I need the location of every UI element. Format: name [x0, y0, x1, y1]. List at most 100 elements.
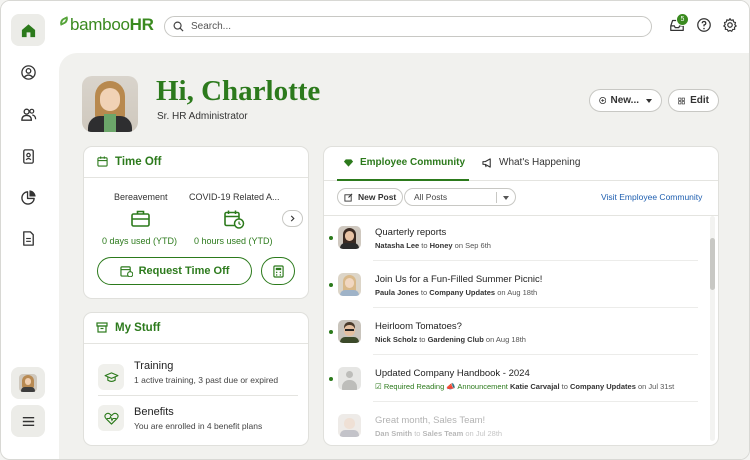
- home-icon: [21, 23, 35, 37]
- list-item[interactable]: Updated Company Handbook - 2024 ☑ Requir…: [328, 365, 702, 411]
- training-subtitle: 1 active training, 3 past due or expired: [134, 375, 279, 385]
- unread-dot: [329, 377, 333, 381]
- grid-icon: [678, 97, 685, 104]
- top-bar: bambooHR 5: [1, 1, 749, 53]
- my-stuff-title: My Stuff: [115, 322, 161, 334]
- unread-dot: [329, 330, 333, 334]
- calendar-clock-icon: [224, 210, 245, 229]
- announcement-tag: 📣 Announcement: [446, 382, 508, 391]
- help-icon[interactable]: [695, 16, 713, 34]
- avatar: [338, 414, 361, 437]
- active-tab-indicator: [337, 179, 469, 181]
- post-filter-value: All Posts: [414, 192, 448, 202]
- bereavement-used: 0 days used (YTD): [102, 236, 178, 246]
- benefits-subtitle: You are enrolled in 4 benefit plans: [134, 421, 263, 431]
- scrollbar[interactable]: [710, 216, 715, 441]
- bamboohr-logo[interactable]: bambooHR: [58, 15, 154, 35]
- sidebar-item-hiring[interactable]: [11, 140, 45, 172]
- divider: [324, 215, 718, 216]
- edit-button[interactable]: Edit: [668, 89, 719, 112]
- training-icon-tile: [98, 364, 124, 390]
- divider: [98, 395, 298, 396]
- request-time-off-button[interactable]: Request Time Off: [97, 257, 252, 285]
- graduation-cap-icon: [104, 371, 118, 382]
- sidebar-menu-button[interactable]: [11, 405, 45, 437]
- visit-community-link[interactable]: Visit Employee Community: [601, 192, 702, 202]
- new-button-label: New...: [610, 95, 639, 106]
- time-off-title: Time Off: [115, 156, 162, 168]
- post-meta: Paula Jones to Company Updates on Aug 18…: [375, 288, 538, 297]
- post-meta: Natasha Lee to Honey on Sep 6th: [375, 241, 491, 250]
- leaf-icon: [58, 16, 70, 26]
- briefcase-icon: [131, 210, 150, 227]
- new-post-button[interactable]: New Post: [337, 188, 404, 206]
- avatar: [338, 273, 361, 296]
- gem-icon: [343, 158, 354, 167]
- search-input[interactable]: [191, 21, 611, 32]
- covid-used: 0 hours used (YTD): [194, 236, 273, 246]
- post-title: Join Us for a Fun-Filled Summer Picnic!: [375, 274, 543, 285]
- divider: [84, 343, 308, 344]
- benefits-icon-tile: [98, 405, 124, 431]
- divider: [373, 401, 698, 402]
- request-time-off-label: Request Time Off: [138, 265, 230, 277]
- calculator-button[interactable]: [261, 257, 295, 285]
- menu-icon: [22, 416, 34, 426]
- list-item[interactable]: Join Us for a Fun-Filled Summer Picnic! …: [328, 271, 702, 317]
- avatar-placeholder: [338, 367, 361, 390]
- sidebar: [1, 1, 59, 459]
- bereavement-label: Bereavement: [114, 192, 168, 202]
- edit-button-label: Edit: [690, 95, 709, 106]
- new-button[interactable]: New...: [589, 89, 662, 112]
- post-meta: ☑ Required Reading 📣 Announcement Katie …: [375, 382, 675, 391]
- training-title[interactable]: Training: [134, 360, 173, 372]
- sidebar-item-people[interactable]: [11, 98, 45, 130]
- post-filter-select[interactable]: All Posts: [404, 188, 516, 206]
- id-badge-icon: [22, 148, 34, 164]
- profile-photo[interactable]: [82, 76, 138, 132]
- megaphone-icon: [482, 157, 491, 168]
- box-icon: [96, 322, 108, 333]
- post-title: Quarterly reports: [375, 227, 447, 238]
- sidebar-item-my-info[interactable]: [11, 56, 45, 88]
- post-title: Updated Company Handbook - 2024: [375, 368, 530, 379]
- divider: [373, 354, 698, 355]
- search-bar[interactable]: [164, 16, 652, 37]
- sidebar-avatar[interactable]: [11, 367, 45, 399]
- app-window: bambooHR 5: [0, 0, 750, 460]
- covid-label: COVID-19 Related A...: [189, 192, 280, 202]
- post-meta: Nick Scholz to Gardening Club on Aug 18t…: [375, 335, 526, 344]
- avatar: [338, 226, 361, 249]
- list-item[interactable]: Quarterly reports Natasha Lee to Honey o…: [328, 224, 702, 270]
- chevron-right-icon: [290, 215, 295, 222]
- job-title: Sr. HR Administrator: [157, 111, 248, 122]
- unread-dot: [329, 236, 333, 240]
- unread-dot: [329, 283, 333, 287]
- required-reading-tag: ☑ Required Reading: [375, 382, 445, 391]
- list-item[interactable]: Great month, Sales Team! Dan Smith to Sa…: [328, 412, 702, 442]
- sidebar-item-files[interactable]: [11, 222, 45, 254]
- post-title: Great month, Sales Team!: [375, 415, 486, 426]
- caret-down-icon: [646, 98, 652, 103]
- sidebar-item-home[interactable]: [11, 14, 45, 46]
- search-icon: [173, 21, 184, 32]
- tab-employee-community[interactable]: Employee Community: [343, 157, 465, 168]
- sidebar-item-reports[interactable]: [11, 181, 45, 213]
- inbox-count-badge: 5: [676, 13, 689, 26]
- calculator-icon: [272, 264, 284, 278]
- pie-chart-icon: [20, 189, 36, 205]
- compose-icon: [344, 193, 353, 202]
- avatar: [338, 320, 361, 343]
- benefits-title[interactable]: Benefits: [134, 406, 174, 418]
- settings-gear-icon[interactable]: [721, 16, 739, 34]
- greeting-title: Hi, Charlotte: [156, 75, 321, 107]
- tab-whats-happening[interactable]: What's Happening: [482, 157, 580, 168]
- post-meta: Dan Smith to Sales Team on Jul 28th: [375, 429, 503, 438]
- heart-pulse-icon: [103, 412, 119, 425]
- caret-down-icon: [503, 196, 509, 200]
- avatar: [19, 374, 37, 392]
- divider: [373, 260, 698, 261]
- scrollbar-thumb[interactable]: [710, 238, 715, 290]
- list-item[interactable]: Heirloom Tomatoes? Nick Scholz to Garden…: [328, 318, 702, 364]
- next-category-button[interactable]: [282, 210, 303, 227]
